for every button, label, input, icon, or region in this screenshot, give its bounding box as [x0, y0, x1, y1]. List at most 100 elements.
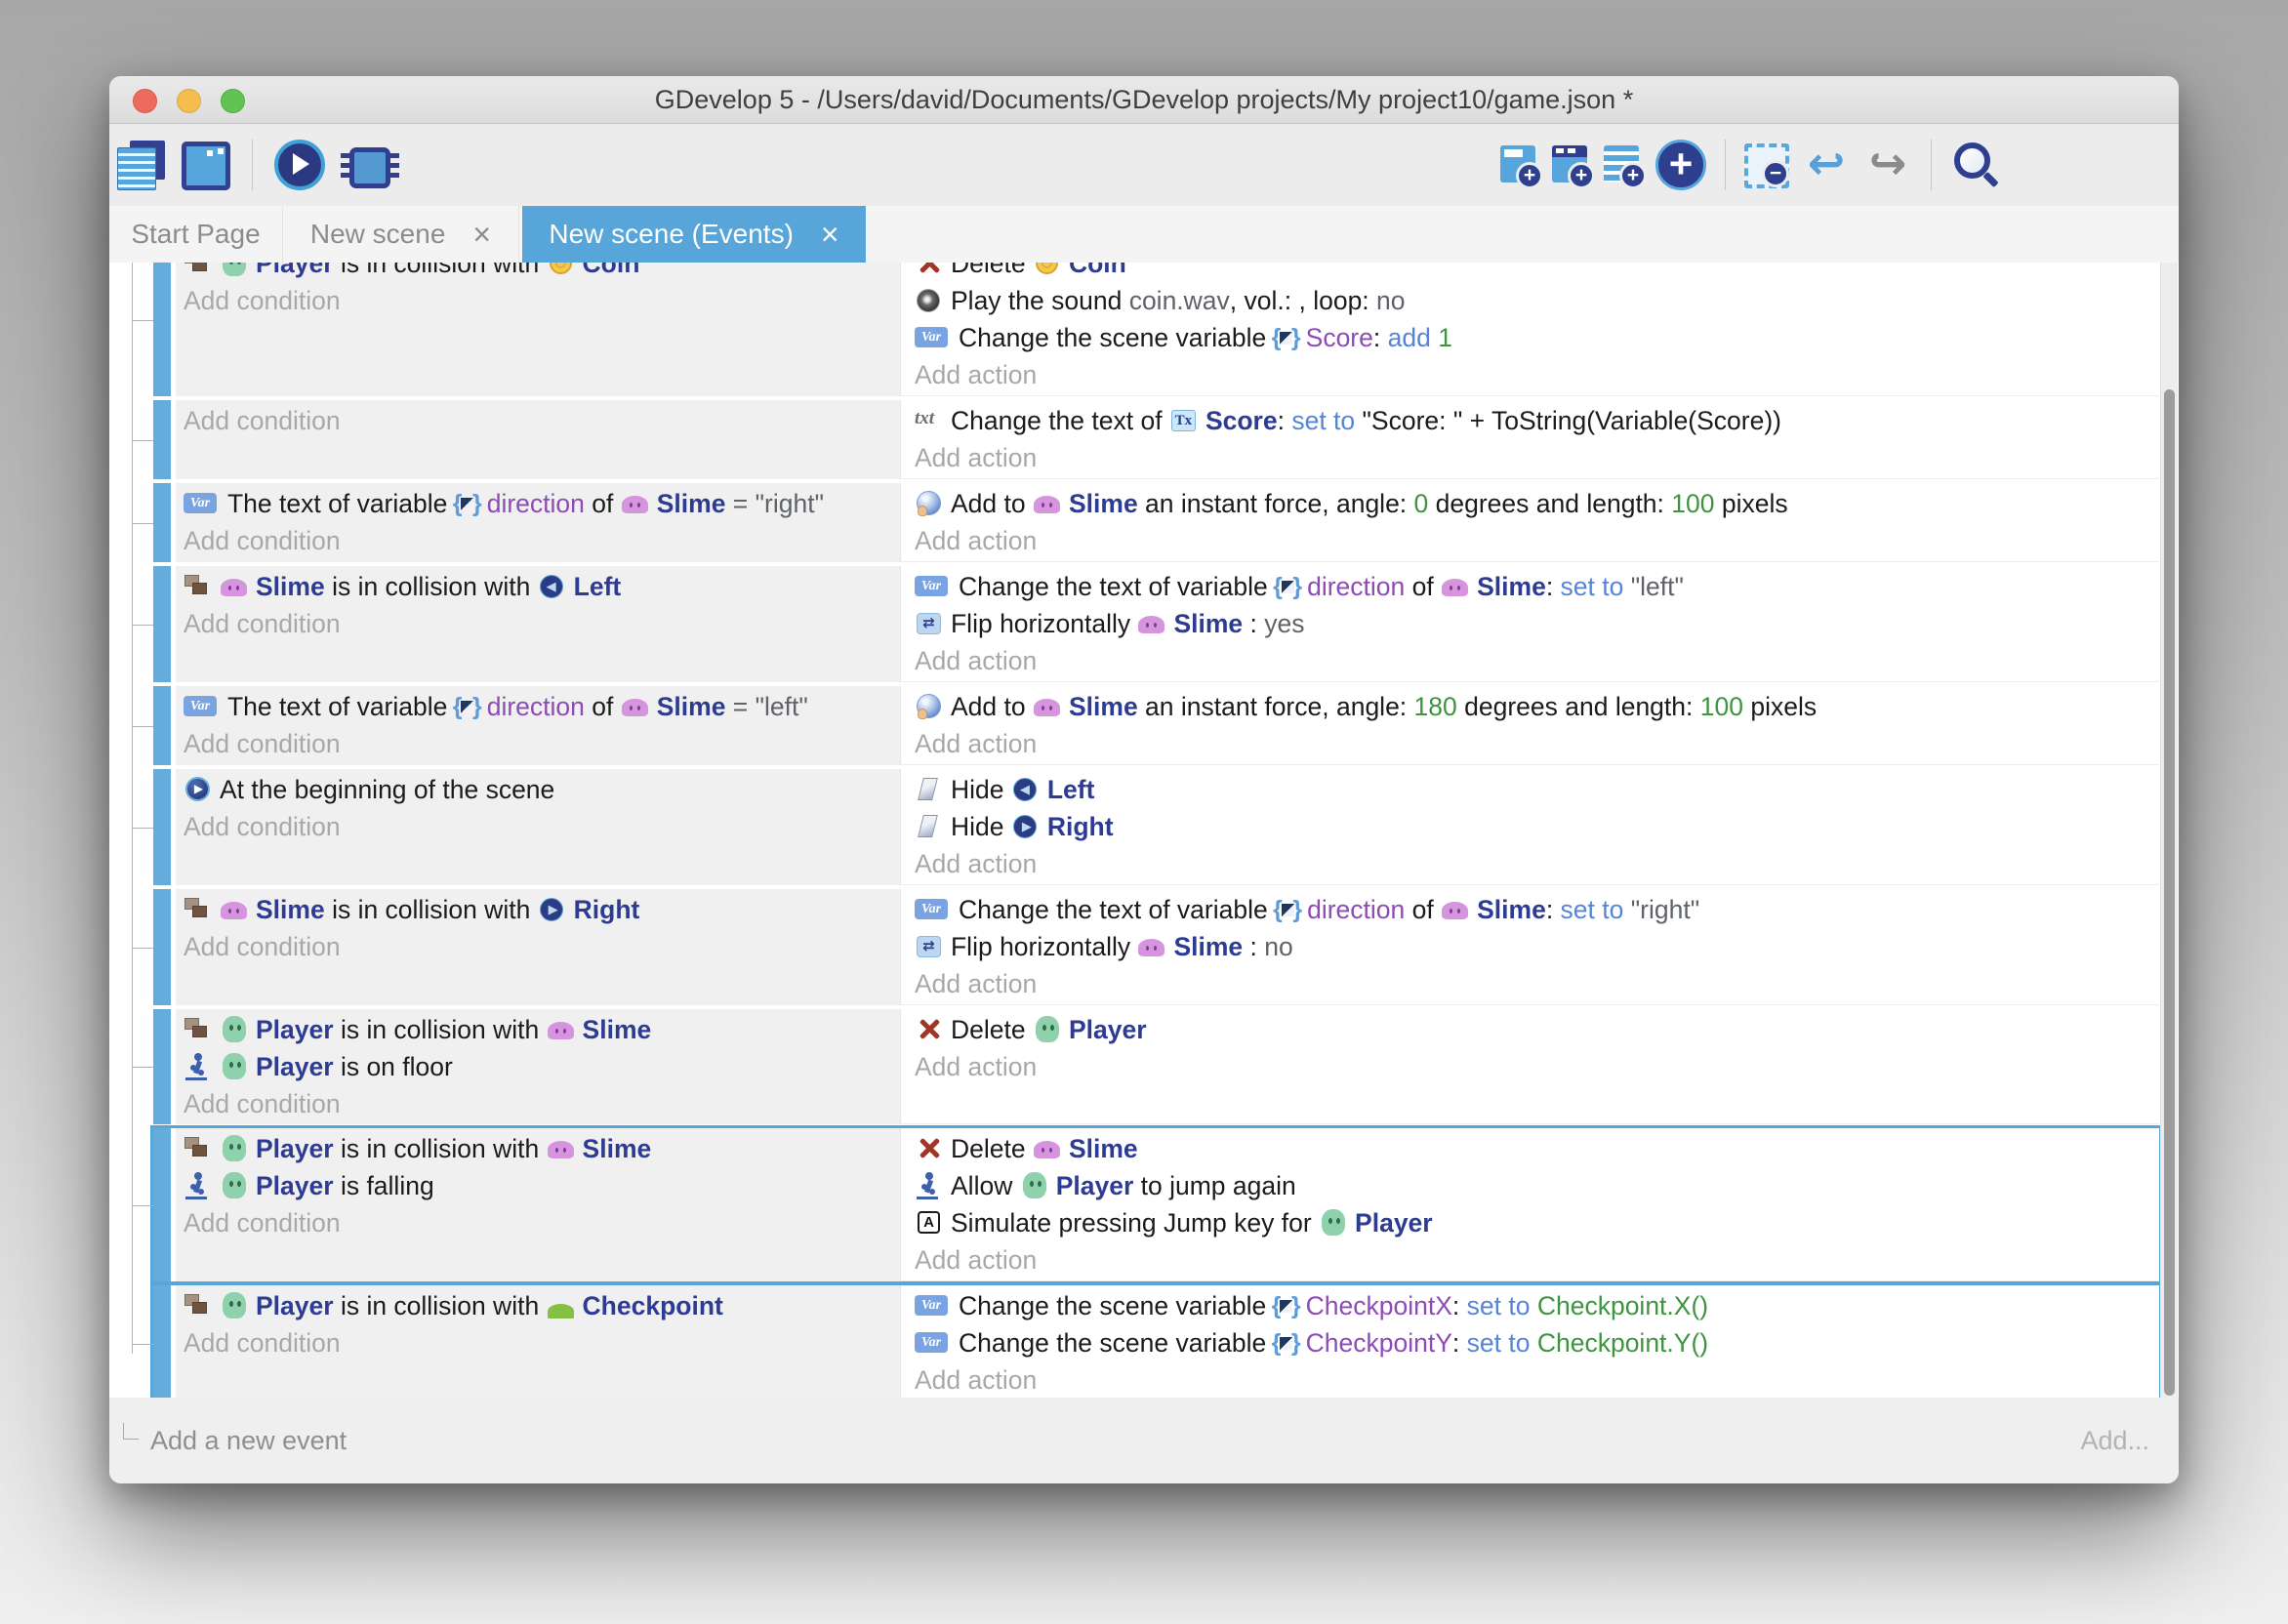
add-condition-button[interactable]: Add condition [184, 605, 890, 642]
text-segment: direction [487, 489, 585, 519]
event-row[interactable]: Slime is in collision with LeftAdd condi… [153, 566, 2159, 682]
event-row[interactable]: The text of variable direction of Slime … [153, 483, 2159, 562]
event-drag-bar[interactable] [153, 1285, 171, 1399]
debug-icon[interactable] [349, 147, 390, 188]
add-condition-button[interactable]: Add condition [184, 1204, 890, 1241]
action[interactable]: Change the scene variable CheckpointY: s… [915, 1324, 2149, 1361]
add-condition-button[interactable]: Add condition [184, 522, 890, 559]
text-segment: an instant force, angle: [1138, 489, 1414, 519]
text-segment: Slime [583, 1015, 652, 1045]
action[interactable]: Simulate pressing Jump key for Player [915, 1204, 2149, 1241]
event-row[interactable]: Player is in collision with CoinAdd cond… [153, 263, 2159, 396]
event-drag-bar[interactable] [153, 1009, 171, 1124]
close-tab-icon[interactable]: × [821, 219, 839, 250]
action[interactable]: Change the text of variable direction of… [915, 568, 2149, 605]
condition[interactable]: Player is in collision with Coin [184, 263, 890, 282]
add-event-icon[interactable]: + [1500, 143, 1539, 186]
event-row[interactable]: At the beginning of the sceneAdd conditi… [153, 769, 2159, 885]
condition[interactable]: Player is in collision with Slime [184, 1130, 890, 1167]
condition[interactable]: Player is on floor [184, 1048, 890, 1085]
action[interactable]: Flip horizontally Slime : no [915, 928, 2149, 965]
vertical-scrollbar[interactable] [2160, 263, 2178, 1399]
event-row[interactable]: The text of variable direction of Slime … [153, 686, 2159, 765]
scene-editor-icon[interactable] [182, 142, 230, 190]
add-condition-button[interactable]: Add condition [184, 725, 890, 762]
condition[interactable]: Slime is in collision with Right [184, 891, 890, 928]
action[interactable]: Flip horizontally Slime : yes [915, 605, 2149, 642]
action[interactable]: Add to Slime an instant force, angle: 18… [915, 688, 2149, 725]
condition[interactable]: At the beginning of the scene [184, 771, 890, 808]
play-icon[interactable] [274, 140, 325, 190]
add-condition-button[interactable]: Add condition [184, 1085, 890, 1122]
add-action-button[interactable]: Add action [915, 1361, 2149, 1399]
text-segment: pixels [1715, 489, 1788, 519]
event-row[interactable]: Slime is in collision with RightAdd cond… [153, 889, 2159, 1005]
action[interactable]: Change the text of Score: set to "Score:… [915, 402, 2149, 439]
add-action-button[interactable]: Add action [915, 965, 2149, 1002]
event-drag-bar[interactable] [153, 566, 171, 682]
event-drag-bar[interactable] [153, 686, 171, 765]
text-segment: Player [1355, 1208, 1433, 1238]
condition[interactable]: The text of variable direction of Slime … [184, 485, 890, 522]
action[interactable]: Change the scene variable Score: add 1 [915, 319, 2149, 356]
action[interactable]: Delete Coin [915, 263, 2149, 282]
add-action-button[interactable]: Add action [915, 725, 2149, 762]
add-new-event-button[interactable]: Add a new event [150, 1426, 347, 1456]
add-action-button[interactable]: Add action [915, 356, 2149, 393]
condition[interactable]: The text of variable direction of Slime … [184, 688, 890, 725]
tab-new-scene-events[interactable]: New scene (Events) × [522, 206, 866, 263]
text-segment: coin.wav [1129, 286, 1230, 316]
action[interactable]: Play the sound coin.wav, vol.: , loop: n… [915, 282, 2149, 319]
condition[interactable]: Player is in collision with Checkpoint [184, 1287, 890, 1324]
add-action-button[interactable]: Add action [915, 439, 2149, 476]
add-more-button[interactable]: Add... [2080, 1426, 2149, 1456]
add-comment-icon[interactable]: + [1604, 143, 1643, 186]
event-drag-bar[interactable] [153, 889, 171, 1005]
add-subevent-icon[interactable]: + [1552, 143, 1591, 186]
event-drag-bar[interactable] [153, 400, 171, 479]
event-row[interactable]: Add condition Change the text of Score: s… [153, 400, 2159, 479]
tab-start-page[interactable]: Start Page [109, 206, 283, 263]
action[interactable]: Delete Player [915, 1011, 2149, 1048]
action[interactable]: Allow Player to jump again [915, 1167, 2149, 1204]
event-row[interactable]: Player is in collision with SlimePlayer … [153, 1128, 2159, 1281]
add-action-button[interactable]: Add action [915, 845, 2149, 882]
close-tab-icon[interactable]: × [472, 219, 491, 250]
action[interactable]: Change the text of variable direction of… [915, 891, 2149, 928]
action[interactable]: Delete Slime [915, 1130, 2149, 1167]
text-segment: of [1405, 895, 1441, 925]
condition[interactable]: Player is in collision with Slime [184, 1011, 890, 1048]
add-icon[interactable] [1655, 140, 1706, 190]
search-icon[interactable] [1950, 141, 1999, 189]
collision-icon [184, 572, 213, 601]
event-row[interactable]: Player is in collision with CheckpointAd… [153, 1285, 2159, 1399]
add-action-button[interactable]: Add action [915, 642, 2149, 679]
action[interactable]: Add to Slime an instant force, angle: 0 … [915, 485, 2149, 522]
add-action-button[interactable]: Add action [915, 522, 2149, 559]
event-row[interactable]: Player is in collision with SlimePlayer … [153, 1009, 2159, 1124]
condition[interactable]: Slime is in collision with Left [184, 568, 890, 605]
redo-icon[interactable] [1863, 141, 1912, 189]
action[interactable]: Hide Right [915, 808, 2149, 845]
add-action-button[interactable]: Add action [915, 1048, 2149, 1085]
delete-event-icon[interactable]: − [1744, 143, 1789, 188]
add-condition-button[interactable]: Add condition [184, 402, 890, 439]
add-action-button[interactable]: Add action [915, 1241, 2149, 1279]
title-bar[interactable]: GDevelop 5 - /Users/david/Documents/GDev… [109, 76, 2179, 124]
add-condition-button[interactable]: Add condition [184, 808, 890, 845]
project-manager-icon[interactable] [117, 141, 166, 189]
event-drag-bar[interactable] [153, 1128, 171, 1281]
conditions-cell: Add condition [176, 400, 900, 479]
event-drag-bar[interactable] [153, 483, 171, 562]
action[interactable]: Change the scene variable CheckpointX: s… [915, 1287, 2149, 1324]
add-condition-button[interactable]: Add condition [184, 928, 890, 965]
scrollbar-thumb[interactable] [2164, 389, 2175, 1396]
event-drag-bar[interactable] [153, 769, 171, 885]
event-drag-bar[interactable] [153, 263, 171, 396]
undo-icon[interactable] [1802, 141, 1851, 189]
condition[interactable]: Player is falling [184, 1167, 890, 1204]
tab-new-scene[interactable]: New scene × [283, 206, 519, 263]
add-condition-button[interactable]: Add condition [184, 282, 890, 319]
action[interactable]: Hide Left [915, 771, 2149, 808]
add-condition-button[interactable]: Add condition [184, 1324, 890, 1361]
